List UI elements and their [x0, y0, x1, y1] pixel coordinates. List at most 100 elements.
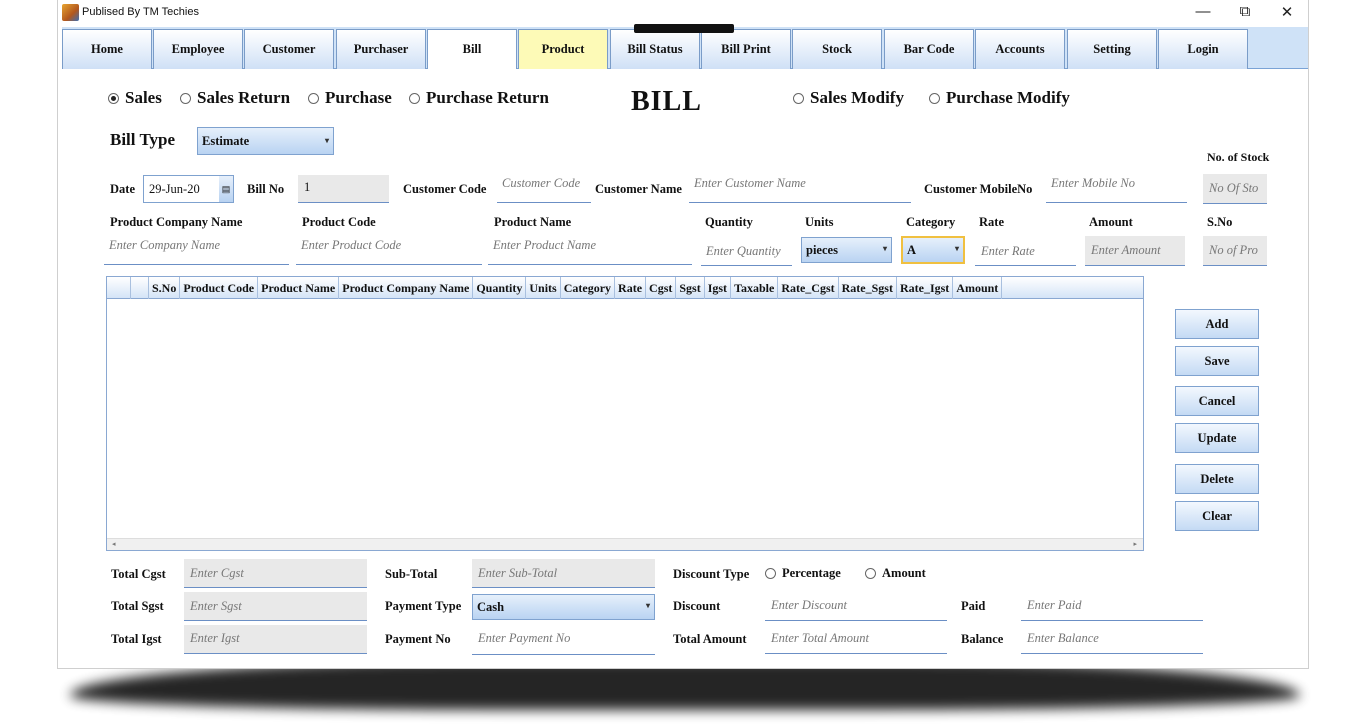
drag-grip[interactable]	[634, 24, 734, 33]
column-header[interactable]: Rate_Sgst	[839, 277, 897, 299]
radio-purchase[interactable]: Purchase	[308, 88, 392, 108]
add-button[interactable]: Add	[1175, 309, 1259, 339]
chevron-down-icon: ▾	[645, 601, 650, 610]
tab-employee[interactable]: Employee	[153, 29, 243, 69]
category-value: A	[907, 243, 917, 257]
total-sgst-field[interactable]: Enter Sgst	[184, 592, 367, 621]
scroll-right-icon[interactable]: ▸	[1133, 540, 1137, 548]
tab-home[interactable]: Home	[62, 29, 152, 69]
product-code-input[interactable]: Enter Product Code	[296, 233, 482, 265]
payment-type-select[interactable]: Cash ▾	[472, 594, 655, 620]
delete-button[interactable]: Delete	[1175, 464, 1259, 494]
date-picker[interactable]: 29-Jun-20 ▤	[143, 175, 234, 203]
column-header[interactable]: S.No	[149, 277, 181, 299]
balance-input[interactable]: Enter Balance	[1021, 626, 1203, 654]
customer-code-input[interactable]: Customer Code	[497, 172, 591, 203]
quantity-placeholder: Enter Quantity	[706, 244, 781, 258]
total-igst-field[interactable]: Enter Igst	[184, 625, 367, 654]
category-label: Category	[906, 215, 956, 229]
subtotal-field[interactable]: Enter Sub-Total	[472, 559, 655, 588]
sno-field[interactable]: No of Pro	[1203, 236, 1267, 266]
radio-sales-return[interactable]: Sales Return	[180, 88, 290, 108]
balance-placeholder: Enter Balance	[1027, 631, 1099, 645]
update-button[interactable]: Update	[1175, 423, 1259, 453]
tab-purchaser[interactable]: Purchaser	[336, 29, 426, 69]
product-company-input[interactable]: Enter Company Name	[104, 233, 289, 265]
tab-login[interactable]: Login	[1158, 29, 1248, 69]
total-cgst-field[interactable]: Enter Cgst	[184, 559, 367, 588]
grid-horizontal-scrollbar[interactable]: ◂ ▸	[107, 538, 1143, 550]
customer-name-input[interactable]: Enter Customer Name	[689, 172, 911, 203]
tab-accounts[interactable]: Accounts	[975, 29, 1065, 69]
paid-label: Paid	[961, 599, 986, 613]
clear-button[interactable]: Clear	[1175, 501, 1259, 531]
customer-name-label: Customer Name	[595, 182, 682, 196]
close-button[interactable]: ✕	[1272, 3, 1302, 21]
calendar-icon[interactable]: ▤	[219, 176, 233, 202]
page-title: BILL	[631, 86, 702, 117]
column-header[interactable]: Product Name	[258, 277, 340, 299]
units-value: pieces	[806, 243, 838, 257]
column-header[interactable]: Product Company Name	[339, 277, 474, 299]
column-header[interactable]: Product Code	[180, 277, 259, 299]
tab-stock[interactable]: Stock	[792, 29, 882, 69]
radio-sales[interactable]: Sales	[108, 88, 162, 108]
scroll-left-icon[interactable]: ◂	[112, 540, 116, 548]
subtotal-label: Sub-Total	[385, 567, 438, 581]
column-header[interactable]: Rate_Cgst	[778, 277, 839, 299]
tab-customer[interactable]: Customer	[244, 29, 334, 69]
rate-input[interactable]: Enter Rate	[975, 236, 1076, 266]
bill-no-label: Bill No	[247, 182, 285, 196]
radio-amount[interactable]: Amount	[865, 566, 926, 581]
column-header[interactable]: Igst	[705, 277, 732, 299]
column-header[interactable]: Rate	[615, 277, 647, 299]
column-header[interactable]: Taxable	[731, 277, 779, 299]
discount-input[interactable]: Enter Discount	[765, 593, 947, 621]
cancel-button[interactable]: Cancel	[1175, 386, 1259, 416]
total-amount-label: Total Amount	[673, 632, 747, 646]
rate-placeholder: Enter Rate	[981, 244, 1035, 258]
customer-mobile-input[interactable]: Enter Mobile No	[1046, 172, 1187, 203]
radio-purchase-modify[interactable]: Purchase Modify	[929, 88, 1070, 108]
tab-product[interactable]: Product	[518, 29, 608, 69]
window-title: Publised By TM Techies	[82, 6, 199, 18]
maximize-button[interactable]: ⧉	[1230, 3, 1260, 20]
quantity-label: Quantity	[705, 215, 753, 229]
minimize-button[interactable]: —	[1188, 3, 1218, 20]
units-label: Units	[805, 215, 834, 229]
column-header[interactable]: Quantity	[473, 277, 527, 299]
column-header[interactable]: Cgst	[646, 277, 677, 299]
amount-label: Amount	[1089, 215, 1133, 229]
column-header[interactable]: Amount	[953, 277, 1003, 299]
product-name-input[interactable]: Enter Product Name	[488, 233, 692, 265]
quantity-input[interactable]: Enter Quantity	[701, 236, 792, 266]
tab-bill-status[interactable]: Bill Status	[610, 29, 700, 69]
discount-type-label: Discount Type	[673, 567, 750, 581]
stock-count-field[interactable]: No Of Sto	[1203, 174, 1267, 204]
column-header[interactable]: Category	[561, 277, 616, 299]
bill-no-field[interactable]: 1	[298, 175, 389, 203]
tab-bar-code[interactable]: Bar Code	[884, 29, 974, 69]
total-amount-input[interactable]: Enter Total Amount	[765, 626, 947, 654]
product-company-label: Product Company Name	[110, 215, 243, 229]
customer-mobile-label: Customer MobileNo	[924, 182, 1033, 196]
column-header[interactable]: Sgst	[676, 277, 705, 299]
column-header[interactable]: Rate_Igst	[897, 277, 954, 299]
tab-setting[interactable]: Setting	[1067, 29, 1157, 69]
tab-bill[interactable]: Bill	[427, 29, 517, 69]
bill-no-value: 1	[304, 180, 311, 194]
bill-type-select[interactable]: Estimate ▾	[197, 127, 334, 155]
customer-name-placeholder: Enter Customer Name	[694, 176, 806, 190]
category-select[interactable]: A ▾	[901, 236, 965, 264]
bill-items-grid[interactable]: S.No Product Code Product Name Product C…	[106, 276, 1144, 551]
column-header[interactable]: Units	[526, 277, 561, 299]
save-button[interactable]: Save	[1175, 346, 1259, 376]
radio-purchase-return[interactable]: Purchase Return	[409, 88, 549, 108]
payment-no-input[interactable]: Enter Payment No	[472, 626, 655, 655]
units-select[interactable]: pieces ▾	[801, 237, 892, 263]
radio-sales-modify[interactable]: Sales Modify	[793, 88, 904, 108]
tab-bill-print[interactable]: Bill Print	[701, 29, 791, 69]
amount-field[interactable]: Enter Amount	[1085, 236, 1185, 266]
paid-input[interactable]: Enter Paid	[1021, 593, 1203, 621]
radio-percentage[interactable]: Percentage	[765, 566, 841, 581]
